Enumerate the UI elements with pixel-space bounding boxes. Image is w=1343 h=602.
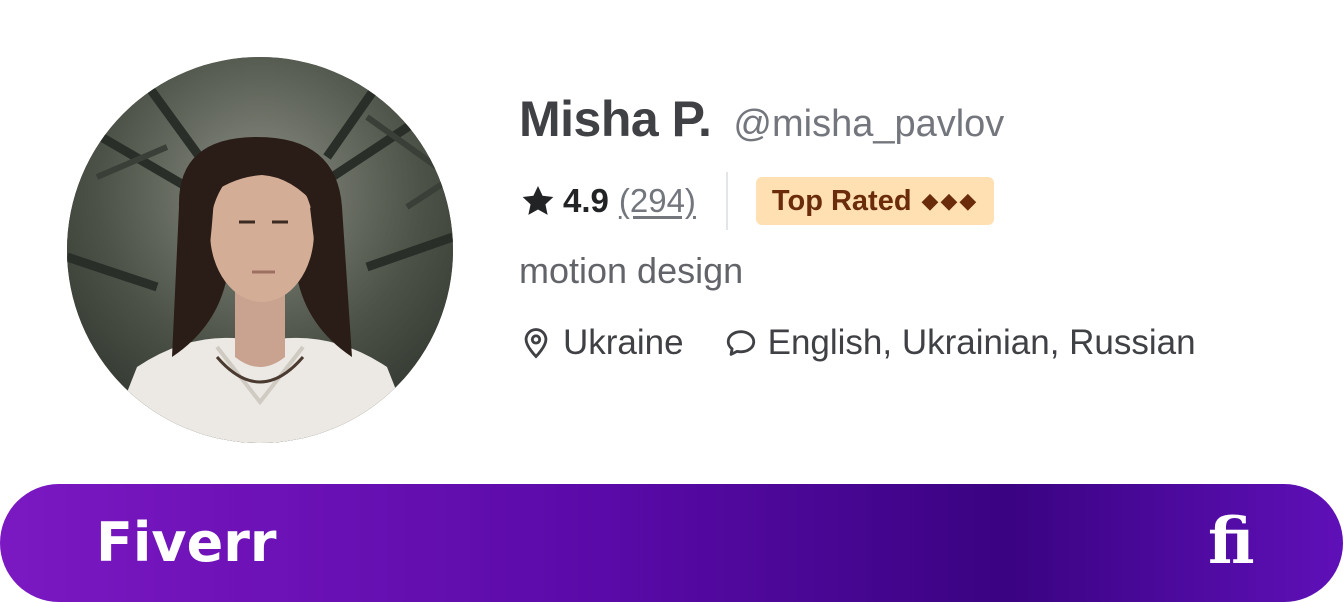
avatar[interactable] xyxy=(67,57,453,443)
avatar-photo xyxy=(67,57,453,443)
profile-info: Misha P. @misha_pavlov 4.9 (294) Top Rat… xyxy=(519,90,1196,368)
seller-name[interactable]: Misha P. xyxy=(519,90,712,148)
seller-handle: @misha_pavlov xyxy=(733,103,1005,145)
seller-profile-card: Misha P. @misha_pavlov 4.9 (294) Top Rat… xyxy=(0,0,1343,602)
diamond-icon: ◆◆◆ xyxy=(921,188,979,213)
brand-footer-bar: Fiverr fi xyxy=(0,484,1343,602)
top-rated-badge: Top Rated ◆◆◆ xyxy=(755,177,995,225)
seller-tagline: motion design xyxy=(519,250,744,291)
fiverr-logo-icon: fi xyxy=(1208,504,1255,579)
name-row: Misha P. @misha_pavlov xyxy=(519,90,1196,154)
badge-label: Top Rated xyxy=(771,184,912,217)
seller-location: Ukraine xyxy=(563,323,684,362)
meta-row: Ukraine English, Ukrainian, Russian xyxy=(519,318,1196,368)
speech-bubble-icon xyxy=(726,330,755,356)
star-icon xyxy=(522,185,554,215)
footer-brand-name: Fiverr xyxy=(96,511,277,574)
seller-languages: English, Ukrainian, Russian xyxy=(767,323,1196,362)
rating-row: 4.9 (294) Top Rated ◆◆◆ xyxy=(519,172,1196,230)
review-count-link[interactable]: (294) xyxy=(619,182,696,220)
rating-value: 4.9 xyxy=(563,182,609,219)
map-pin-icon xyxy=(524,328,548,359)
divider xyxy=(725,172,728,230)
